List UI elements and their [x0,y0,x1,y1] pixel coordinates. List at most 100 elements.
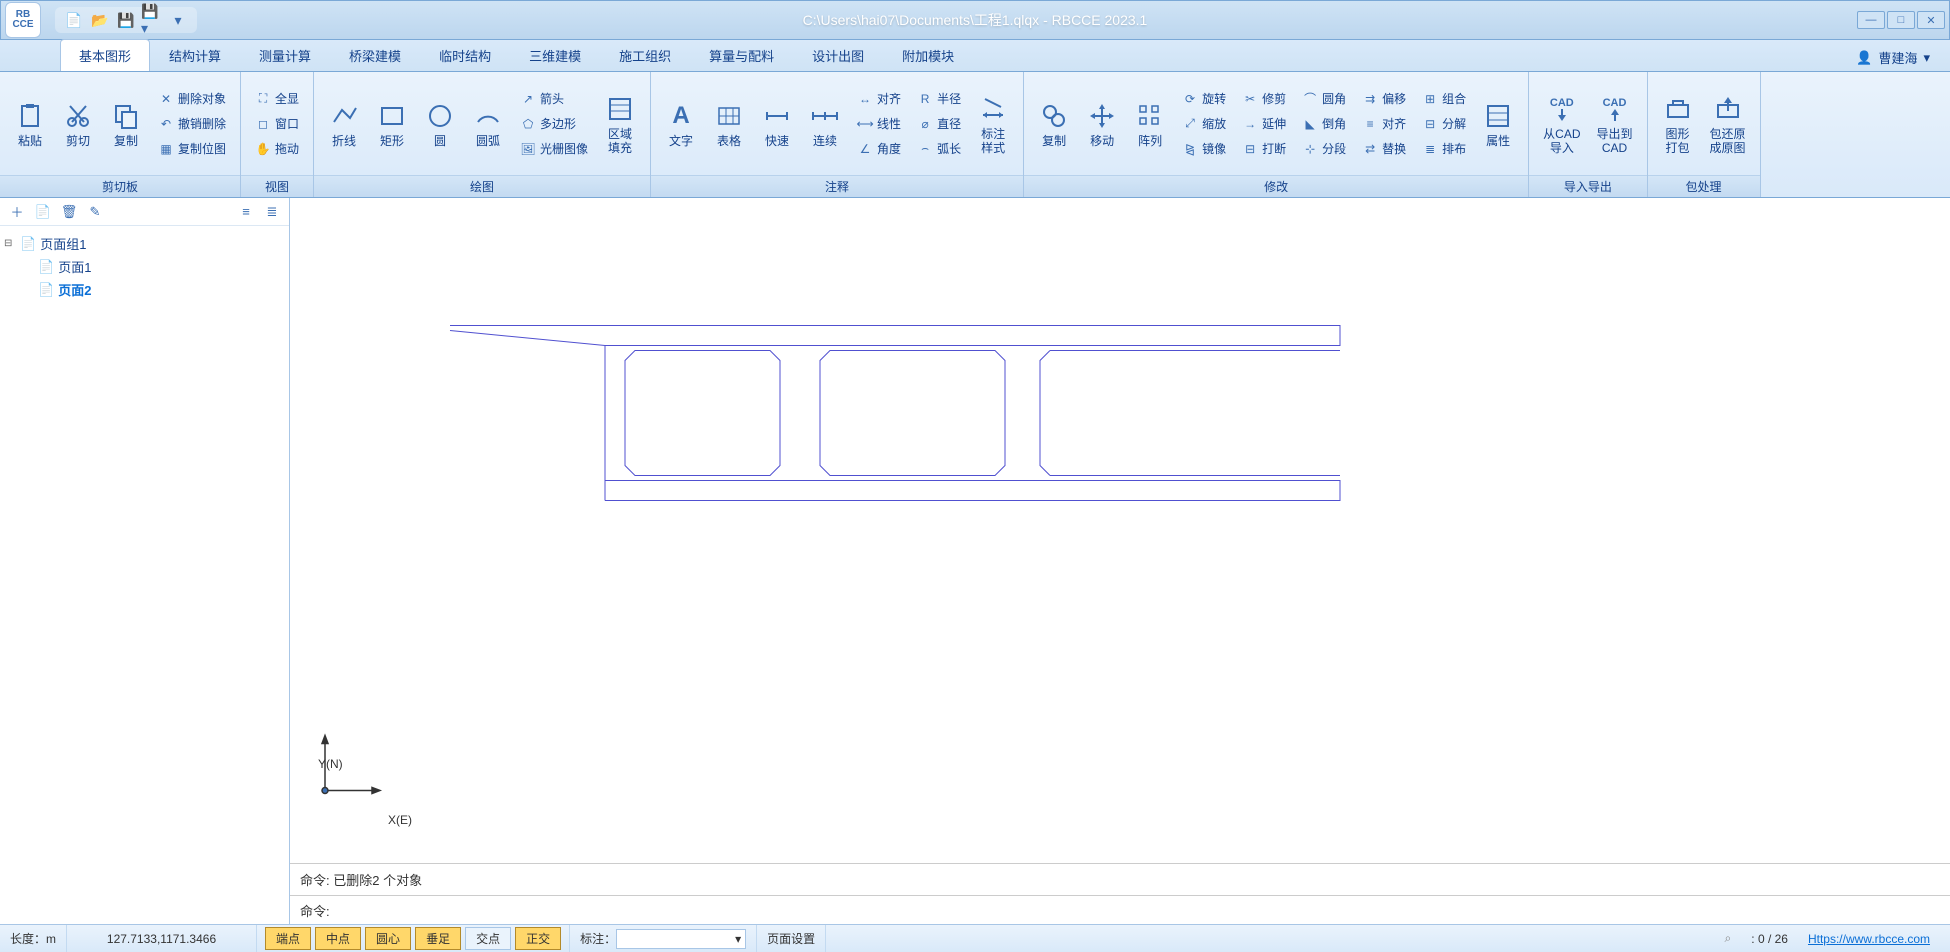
command-line[interactable]: 命令: [290,896,1950,924]
tab-basic-drawing[interactable]: 基本图形 [60,39,150,71]
outdent-icon[interactable]: ≡ [237,203,255,221]
qat-dropdown-icon[interactable]: ▾ [167,9,189,31]
scale-button[interactable]: ⤢缩放 [1178,113,1230,134]
tab-survey-calc[interactable]: 测量计算 [240,39,330,71]
delete-page-icon[interactable]: 🗑 [60,203,78,221]
export-cad-button[interactable]: CAD导出到 CAD [1589,89,1641,159]
quick-dim-icon [761,100,793,132]
angle-dim-button[interactable]: ∠角度 [853,138,905,159]
region-fill-button[interactable]: 区域 填充 [596,89,644,159]
rect-button[interactable]: 矩形 [368,96,416,152]
fillet-button[interactable]: ⌒圆角 [1298,88,1350,109]
continuous-dim-button[interactable]: 连续 [801,96,849,152]
snap-center[interactable]: 圆心 [365,927,411,950]
command-input[interactable] [334,903,1940,918]
tab-bridge-model[interactable]: 桥梁建模 [330,39,420,71]
group-title: 导入导出 [1529,175,1646,197]
user-menu[interactable]: 👤 曹建海 ▾ [1856,48,1930,71]
new-file-icon[interactable]: 📄 [63,9,85,31]
arc-icon [472,100,504,132]
dim-align-button[interactable]: ≡对齐 [1358,113,1410,134]
snap-intersection[interactable]: 交点 [465,927,511,950]
filter-icon[interactable]: ⌕ [1725,931,1732,946]
drawing-canvas[interactable]: Y(N) X(E) [290,198,1950,864]
chamfer-button[interactable]: ◣倒角 [1298,113,1350,134]
paste-button[interactable]: 粘贴 [6,96,54,152]
arc-button[interactable]: 圆弧 [464,96,512,152]
offset-button[interactable]: ⇉偏移 [1358,88,1410,109]
tab-addon[interactable]: 附加模块 [883,39,973,71]
arrow-button[interactable]: ↗箭头 [516,88,592,109]
tab-temp-struct[interactable]: 临时结构 [420,39,510,71]
break-button[interactable]: ⊟打断 [1238,138,1290,159]
polygon-button[interactable]: ⬠多边形 [516,113,592,134]
diameter-dim-button[interactable]: ⌀直径 [913,113,965,134]
text-button[interactable]: A文字 [657,96,705,152]
user-icon: 👤 [1856,50,1872,66]
cut-button[interactable]: 剪切 [54,96,102,152]
snap-midpoint[interactable]: 中点 [315,927,361,950]
pan-button[interactable]: ✋拖动 [251,138,303,159]
pack-button[interactable]: 图形 打包 [1654,89,1702,159]
command-log: 命令: 已删除2 个对象 [290,864,1950,896]
snap-ortho[interactable]: 正交 [515,927,561,950]
import-cad-button[interactable]: CAD从CAD 导入 [1535,89,1588,159]
snap-perp[interactable]: 垂足 [415,927,461,950]
order-button[interactable]: ≣排布 [1418,138,1470,159]
tab-3d-model[interactable]: 三维建模 [510,39,600,71]
table-button[interactable]: 表格 [705,96,753,152]
mirror-button[interactable]: ⧎镜像 [1178,138,1230,159]
array-button[interactable]: 阵列 [1126,96,1174,152]
restore-button[interactable]: 包还原 成原图 [1702,89,1754,159]
copy-button[interactable]: 复制 [102,96,150,152]
page-tree-panel: ＋ 📄 🗑 ✎ ≡ ≣ ⊟ 📄 页面组1 📄 页面1 [0,198,290,924]
tab-quantity[interactable]: 算量与配料 [690,39,793,71]
undo-delete-button[interactable]: ↶撤销删除 [154,113,230,134]
open-file-icon[interactable]: 📂 [89,9,111,31]
quick-dim-button[interactable]: 快速 [753,96,801,152]
replace-button[interactable]: ⇄替换 [1358,138,1410,159]
zoom-window-button[interactable]: ◻窗口 [251,113,303,134]
snap-endpoint[interactable]: 端点 [265,927,311,950]
move-button[interactable]: 移动 [1078,96,1126,152]
trim-button[interactable]: ✂修剪 [1238,88,1290,109]
segment-button[interactable]: ⊹分段 [1298,138,1350,159]
save-as-icon[interactable]: 💾▾ [141,9,163,31]
show-all-button[interactable]: ⛶全显 [251,88,303,109]
edit-page-icon[interactable]: ✎ [86,203,104,221]
tab-design-out[interactable]: 设计出图 [793,39,883,71]
modify-copy-button[interactable]: 复制 [1030,96,1078,152]
linear-dim-button[interactable]: ⟷线性 [853,113,905,134]
tree-group-node[interactable]: ⊟ 📄 页面组1 [4,232,285,255]
group-button[interactable]: ⊞组合 [1418,88,1470,109]
properties-button[interactable]: 属性 [1474,96,1522,152]
maximize-button[interactable]: □ [1887,11,1915,29]
raster-button[interactable]: 🖼光栅图像 [516,138,592,159]
tree-page1-node[interactable]: 📄 页面1 [22,255,285,278]
dim-style-combo[interactable]: ▾ [616,929,746,949]
tree-page2-node[interactable]: 📄 页面2 [22,278,285,301]
minimize-button[interactable]: — [1857,11,1885,29]
new-page-icon[interactable]: 📄 [34,203,52,221]
page-settings-button[interactable]: 页面设置 [757,925,826,952]
array-icon [1134,100,1166,132]
save-file-icon[interactable]: 💾 [115,9,137,31]
align-dim-button[interactable]: ↔对齐 [853,88,905,109]
dim-style-button[interactable]: 标注 样式 [969,89,1017,159]
indent-icon[interactable]: ≣ [263,203,281,221]
collapse-icon[interactable]: ⊟ [4,238,16,249]
arclength-dim-button[interactable]: ⌢弧长 [913,138,965,159]
delete-object-button[interactable]: ✕删除对象 [154,88,230,109]
tab-struct-calc[interactable]: 结构计算 [150,39,240,71]
copy-bitmap-button[interactable]: ▦复制位图 [154,138,230,159]
circle-button[interactable]: 圆 [416,96,464,152]
add-page-icon[interactable]: ＋ [8,203,26,221]
rotate-button[interactable]: ⟳旋转 [1178,88,1230,109]
close-button[interactable]: ✕ [1917,11,1945,29]
radius-dim-button[interactable]: R半径 [913,88,965,109]
tab-construction[interactable]: 施工组织 [600,39,690,71]
polyline-button[interactable]: 折线 [320,96,368,152]
ungroup-button[interactable]: ⊟分解 [1418,113,1470,134]
website-link[interactable]: Https://www.rbcce.com [1808,932,1930,946]
extend-button[interactable]: →延伸 [1238,113,1290,134]
